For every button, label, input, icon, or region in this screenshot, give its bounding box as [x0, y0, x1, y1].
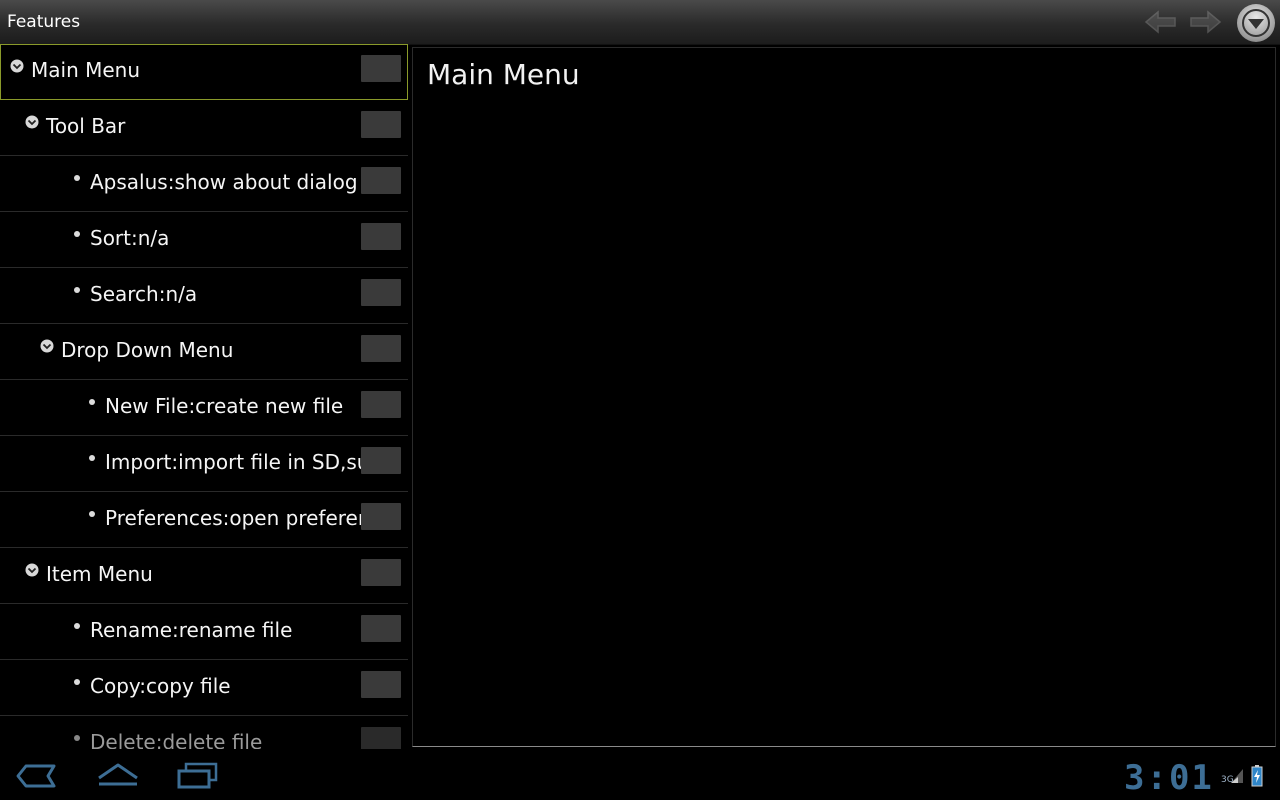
- bullet-icon: [89, 455, 95, 461]
- bullet-icon: [74, 287, 80, 293]
- feature-label: Search:n/a: [90, 282, 198, 306]
- feature-label: Tool Bar: [46, 114, 126, 138]
- overflow-menu-button[interactable]: [1237, 4, 1275, 42]
- back-arrow-icon[interactable]: [1144, 9, 1178, 35]
- feature-item-row[interactable]: Sort:n/a: [0, 212, 408, 268]
- dropdown-triangle-icon: [1242, 9, 1270, 37]
- feature-label: Sort:n/a: [90, 226, 170, 250]
- expand-chevron-icon[interactable]: [40, 339, 54, 353]
- feature-group-row[interactable]: Main Menu: [0, 44, 408, 100]
- expand-chevron-icon[interactable]: [10, 59, 24, 73]
- bullet-icon: [89, 399, 95, 405]
- feature-item-row[interactable]: Search:n/a: [0, 268, 408, 324]
- bullet-icon: [74, 175, 80, 181]
- action-bar: Features: [0, 0, 1280, 45]
- feature-checkbox[interactable]: [361, 559, 401, 586]
- feature-item-row[interactable]: Preferences:open preferenc...: [0, 492, 408, 548]
- status-clock: 3:01: [1124, 758, 1214, 798]
- feature-item-row[interactable]: Delete:delete file: [0, 716, 408, 749]
- recent-apps-button-icon[interactable]: [176, 762, 218, 790]
- feature-checkbox[interactable]: [361, 615, 401, 642]
- bullet-icon: [74, 735, 80, 741]
- bullet-icon: [89, 511, 95, 517]
- feature-label: Drop Down Menu: [61, 338, 234, 362]
- detail-panel: Main Menu: [412, 47, 1276, 747]
- detail-title: Main Menu: [427, 58, 580, 91]
- feature-item-row[interactable]: Apsalus:show about dialog: [0, 156, 408, 212]
- feature-label: Import:import file in SD,sup...: [105, 450, 402, 474]
- feature-checkbox[interactable]: [361, 279, 401, 306]
- home-button-icon[interactable]: [95, 762, 141, 790]
- forward-arrow-icon[interactable]: [1188, 9, 1222, 35]
- feature-label: Rename:rename file: [90, 618, 293, 642]
- feature-list[interactable]: Main Menu Tool Bar Apsalus:show about dial…: [0, 44, 408, 749]
- feature-checkbox[interactable]: [361, 671, 401, 698]
- action-bar-title: Features: [7, 12, 81, 32]
- feature-label: Apsalus:show about dialog: [90, 170, 358, 194]
- feature-label: Preferences:open preferenc...: [105, 506, 401, 530]
- back-button-icon[interactable]: [16, 762, 58, 790]
- feature-group-row[interactable]: Tool Bar: [0, 100, 408, 156]
- bullet-icon: [74, 679, 80, 685]
- feature-checkbox[interactable]: [361, 727, 401, 749]
- bullet-icon: [74, 231, 80, 237]
- app-root: Features Main Menu Tool Bar Apsalus:show a…: [0, 0, 1280, 800]
- feature-checkbox[interactable]: [361, 503, 401, 530]
- signal-strength-icon: [1231, 769, 1243, 783]
- feature-group-row[interactable]: Drop Down Menu: [0, 324, 408, 380]
- expand-chevron-icon[interactable]: [25, 115, 39, 129]
- feature-label: New File:create new file: [105, 394, 344, 418]
- feature-checkbox[interactable]: [361, 223, 401, 250]
- bullet-icon: [74, 623, 80, 629]
- feature-item-row[interactable]: Rename:rename file: [0, 604, 408, 660]
- feature-checkbox[interactable]: [361, 167, 401, 194]
- expand-chevron-icon[interactable]: [25, 563, 39, 577]
- feature-item-row[interactable]: New File:create new file: [0, 380, 408, 436]
- system-bar: 3:01 3G: [0, 750, 1280, 800]
- feature-label: Copy:copy file: [90, 674, 231, 698]
- feature-checkbox[interactable]: [361, 447, 401, 474]
- feature-checkbox[interactable]: [361, 55, 401, 82]
- feature-checkbox[interactable]: [361, 111, 401, 138]
- feature-label: Item Menu: [46, 562, 153, 586]
- feature-label: Main Menu: [31, 58, 141, 82]
- feature-label: Delete:delete file: [90, 730, 263, 749]
- feature-item-row[interactable]: Copy:copy file: [0, 660, 408, 716]
- feature-item-row[interactable]: Import:import file in SD,sup...: [0, 436, 408, 492]
- battery-charging-icon: [1251, 765, 1263, 787]
- feature-group-row[interactable]: Item Menu: [0, 548, 408, 604]
- feature-checkbox[interactable]: [361, 335, 401, 362]
- feature-checkbox[interactable]: [361, 391, 401, 418]
